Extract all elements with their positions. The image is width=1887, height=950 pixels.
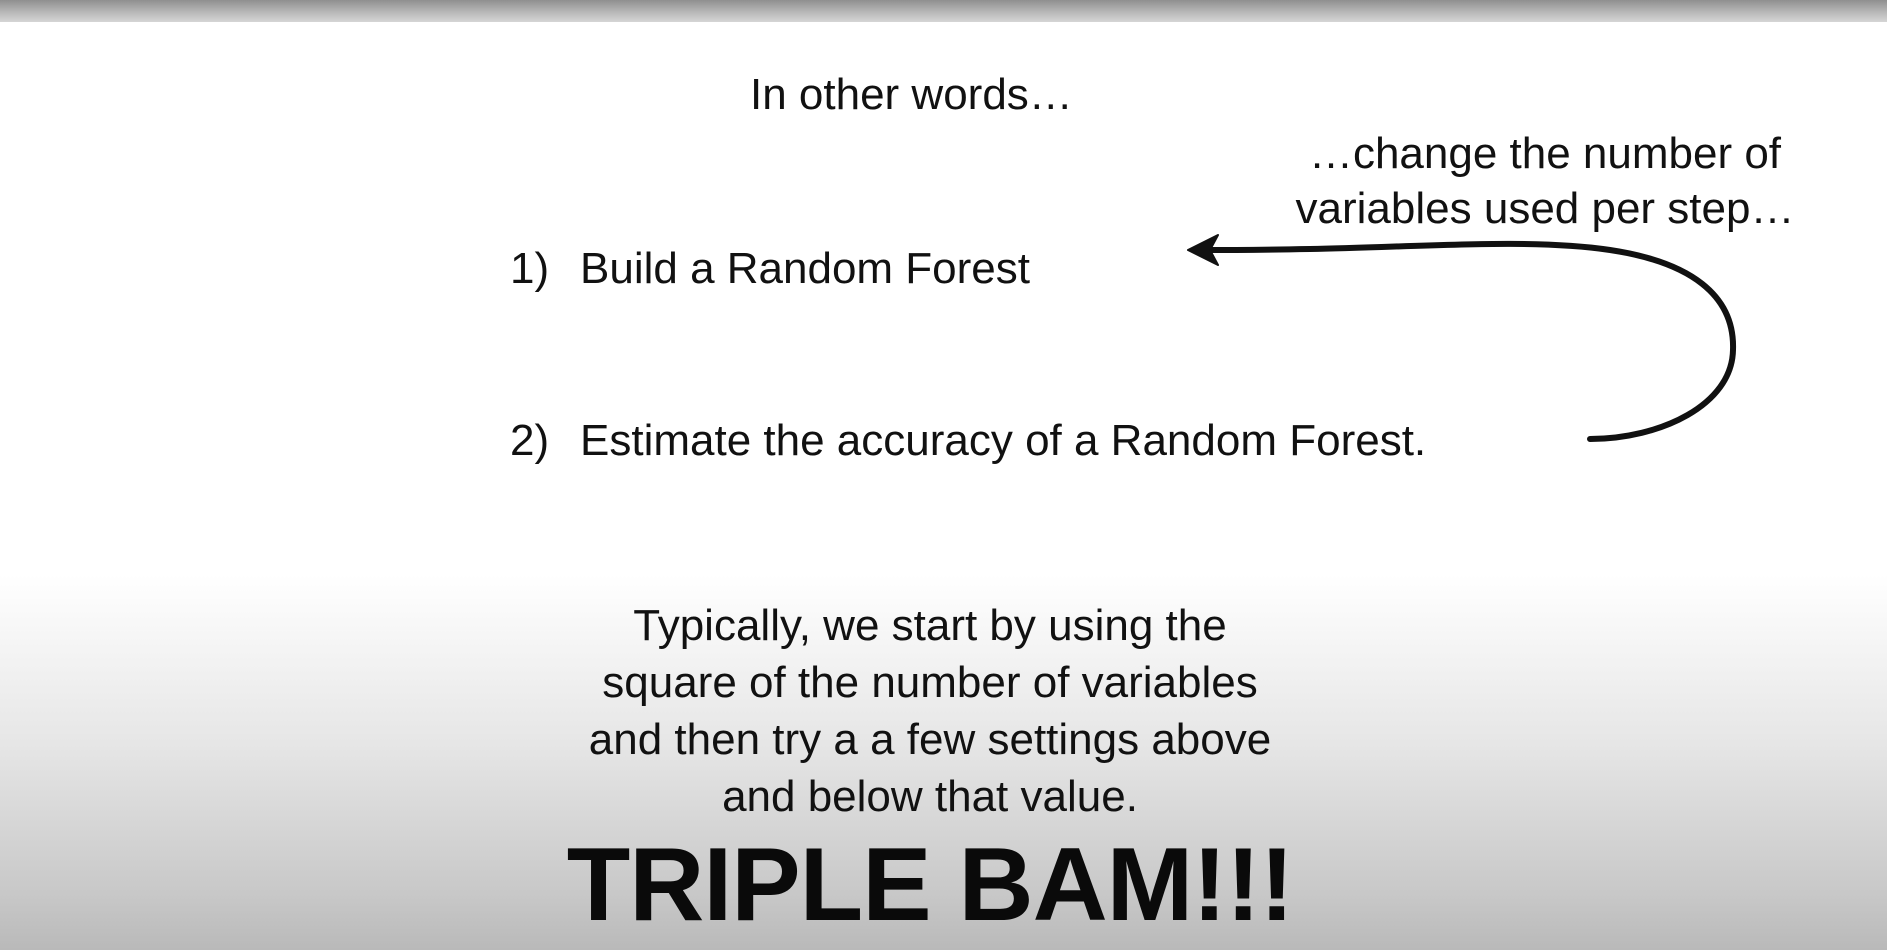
note-line-3: and then try a a few settings above [588,715,1272,764]
note-line-2: square of the number of variables [602,658,1258,707]
explanation-note: Typically, we start by using the square … [520,597,1340,825]
note-line-4: and below that value. [722,772,1138,821]
slide: In other words… 1) Build a Random Forest … [0,0,1887,950]
note-line-1: Typically, we start by using the [633,601,1227,650]
triple-bam-exclamation: TRIPLE BAM!!! [566,827,1294,943]
